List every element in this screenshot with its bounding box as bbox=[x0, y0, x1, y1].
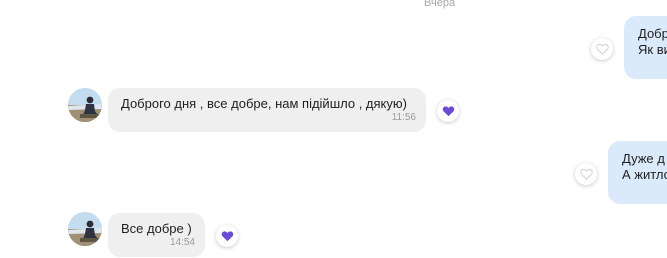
like-button[interactable] bbox=[216, 225, 238, 247]
avatar-photo bbox=[68, 88, 102, 122]
message-time: 11:56 bbox=[391, 112, 416, 123]
like-button[interactable] bbox=[575, 163, 597, 185]
heart-filled-icon bbox=[221, 231, 233, 242]
message-bubble-incoming[interactable]: Доброго дня , все добре, нам підійшло , … bbox=[108, 88, 426, 132]
avatar-photo bbox=[68, 212, 102, 246]
avatar[interactable] bbox=[68, 88, 102, 122]
message-text-line: Добр bbox=[638, 26, 667, 41]
heart-outline-icon bbox=[595, 43, 609, 55]
heart-filled-icon bbox=[442, 106, 454, 117]
message-bubble-incoming[interactable]: Все добре ) 14:54 bbox=[108, 213, 205, 257]
message-text-line: А житло bbox=[622, 167, 667, 182]
message-text: Доброго дня , все добре, нам підійшло , … bbox=[121, 96, 407, 111]
message-text-line: Як ви bbox=[638, 42, 667, 57]
message-time: 14:54 bbox=[169, 237, 195, 248]
like-button[interactable] bbox=[437, 100, 459, 122]
message-text-line: Дуже д bbox=[622, 151, 665, 166]
message-bubble-outgoing[interactable]: Дуже д А житло bbox=[608, 141, 667, 204]
date-separator: Вчера bbox=[424, 0, 456, 9]
like-button[interactable] bbox=[591, 38, 613, 60]
heart-outline-icon bbox=[579, 168, 593, 180]
avatar[interactable] bbox=[68, 212, 102, 246]
message-bubble-outgoing[interactable]: Добр Як ви bbox=[624, 16, 667, 79]
